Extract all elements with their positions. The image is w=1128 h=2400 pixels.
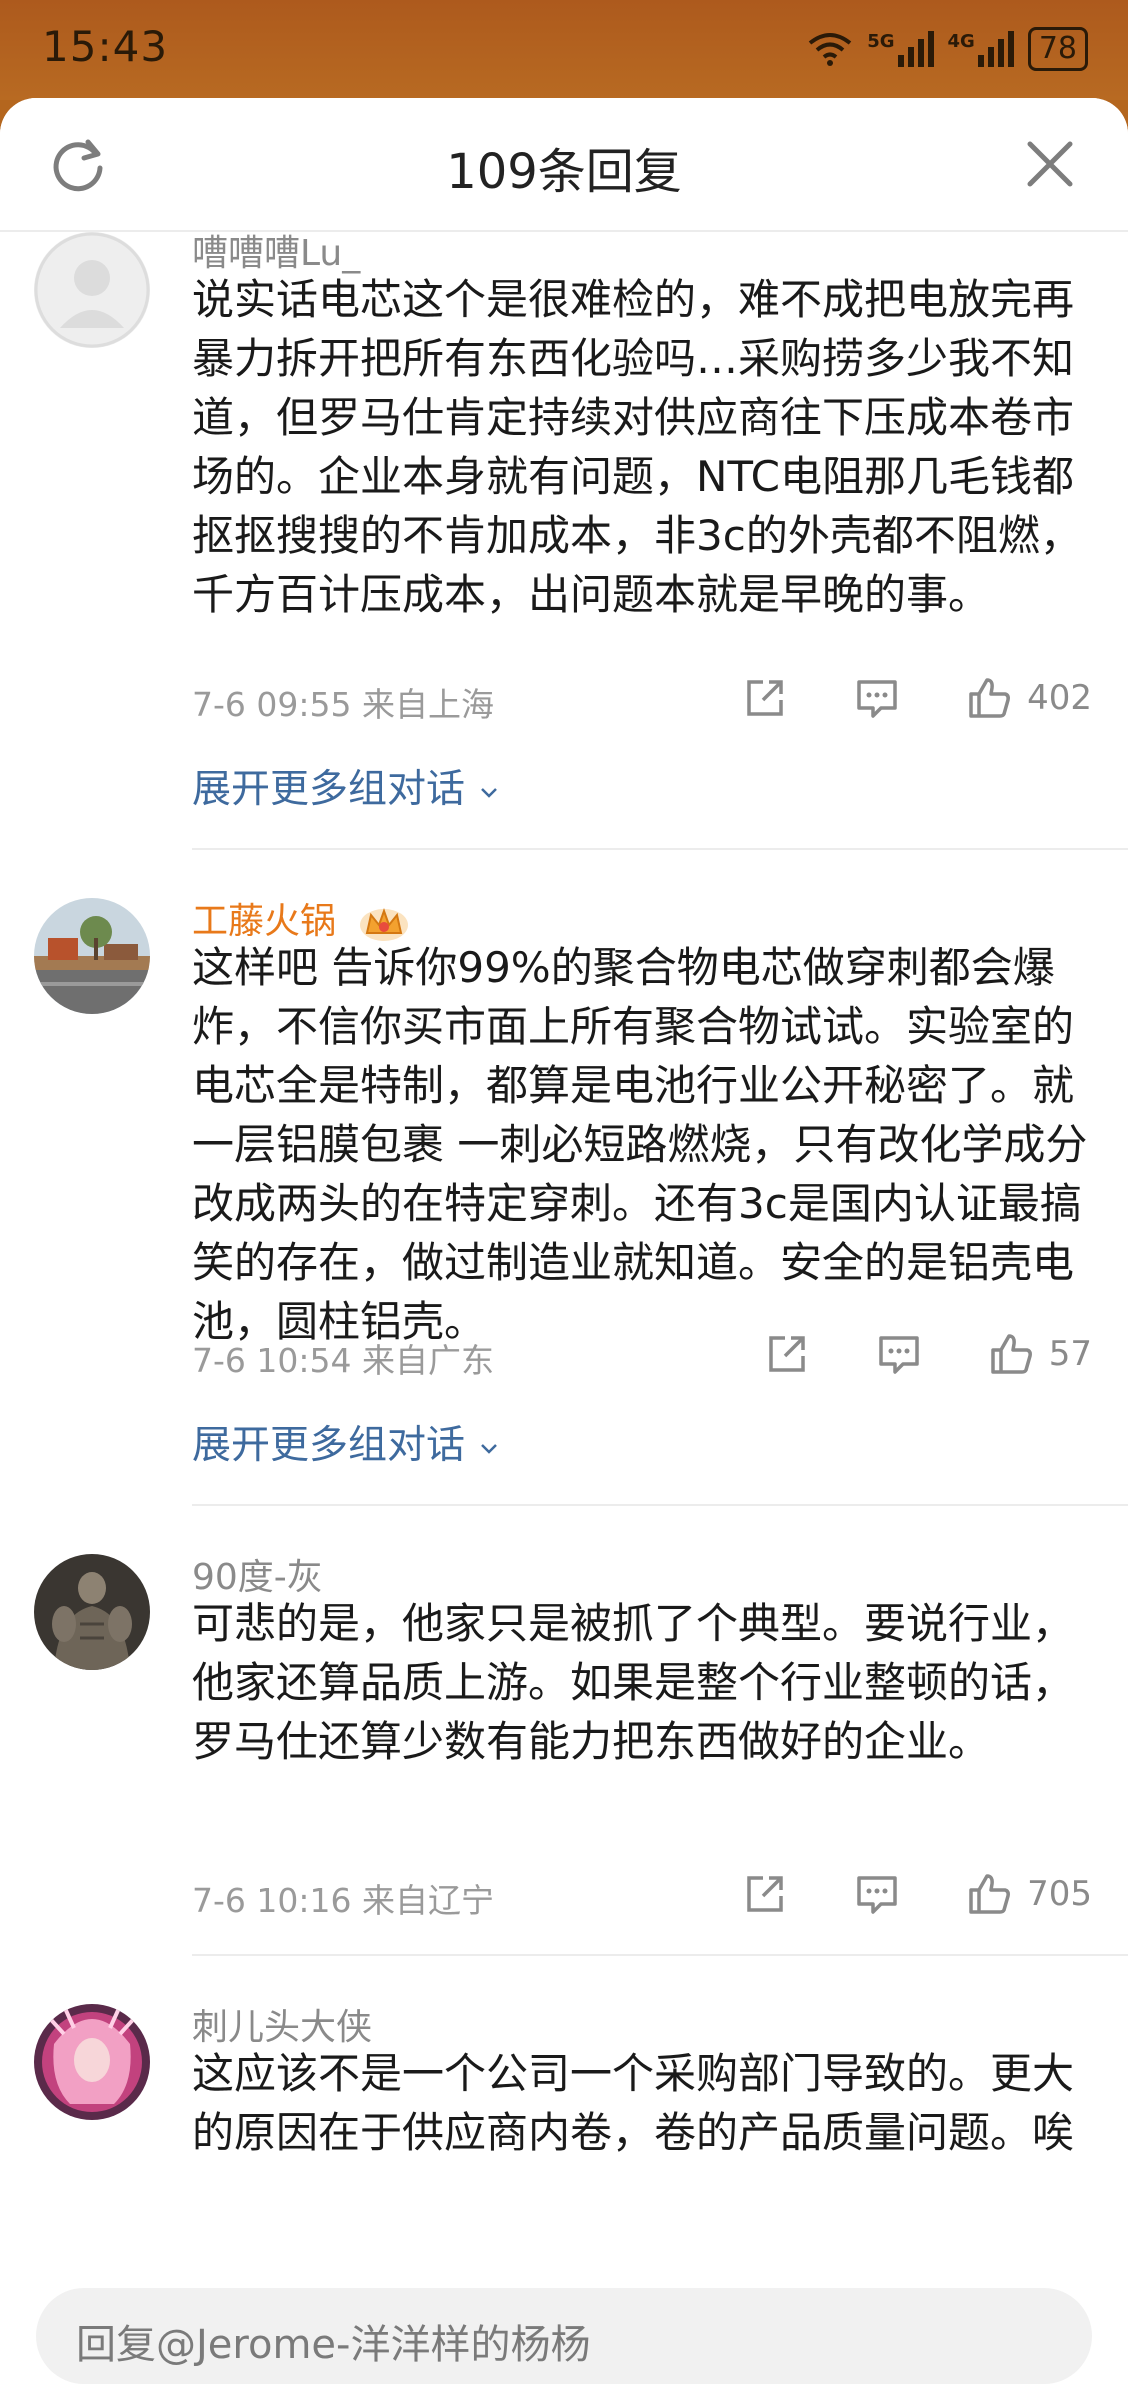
- like-count: 57: [1048, 1334, 1092, 1374]
- comment-username[interactable]: 90度-灰: [192, 1548, 323, 1600]
- battery-indicator: 78: [1027, 27, 1088, 71]
- like-icon[interactable]: [965, 674, 1013, 722]
- street-photo-avatar: [34, 898, 150, 1014]
- comment-username[interactable]: 刺儿头大侠: [192, 1998, 372, 2050]
- status-bar: 15:43 5G 4G 78: [0, 0, 1128, 100]
- share-icon[interactable]: [741, 1870, 789, 1918]
- default-avatar-icon: [34, 232, 150, 348]
- comment-actions: 402: [741, 670, 1092, 726]
- comment-text: 这应该不是一个公司一个采购部门导致的。更大的原因在于供应商内卷，卷的产品质量问题…: [192, 2049, 1075, 2157]
- comment-text: 说实话电芯这个是很难检的，难不成把电放完再暴力拆开把所有东西化验吗…采购捞多少我…: [192, 275, 1082, 619]
- comment-text: 这样吧 告诉你99%的聚合物电芯做穿刺都会爆炸，不信你买市面上所有聚合物试试。实…: [192, 943, 1088, 1346]
- comment-divider: [192, 1954, 1128, 1956]
- avatar[interactable]: [34, 2004, 150, 2120]
- expand-label: 展开更多组对话: [192, 1423, 466, 1468]
- close-icon: [1027, 141, 1073, 187]
- comment-actions: 57: [763, 1326, 1092, 1382]
- anime-avatar: [34, 2004, 150, 2120]
- comment-actions: 705: [741, 1866, 1092, 1922]
- wifi-icon: [808, 33, 852, 66]
- status-icons: 5G 4G 78: [807, 26, 1088, 72]
- expand-label: 展开更多组对话: [192, 767, 466, 812]
- signal-4g-icon: 4G: [948, 31, 1014, 67]
- status-time: 15:43: [42, 22, 169, 71]
- share-icon[interactable]: [741, 674, 789, 722]
- sheet-header: 109条回复: [0, 98, 1128, 232]
- reply-input[interactable]: 回复@Jerome-洋洋样的杨杨: [36, 2288, 1092, 2384]
- comment-meta: 7-6 10:16 来自辽宁: [192, 1881, 494, 1920]
- vip-crown-icon: [360, 908, 409, 941]
- comment-divider: [192, 848, 1128, 850]
- comment-list[interactable]: 嘈嘈嘈Lu_ 说实话电芯这个是很难检的，难不成把电放完再暴力拆开把所有东西化验吗…: [0, 230, 1128, 2370]
- comment-meta: 7-6 09:55 来自上海: [192, 685, 494, 724]
- avatar[interactable]: [34, 1554, 150, 1670]
- like-count: 705: [1027, 1874, 1092, 1914]
- network-label-2: 4G: [947, 31, 975, 52]
- share-icon[interactable]: [763, 1330, 811, 1378]
- bodybuilder-avatar: [34, 1554, 150, 1670]
- comment-text: 可悲的是，他家只是被抓了个典型。要说行业，他家还算品质上游。如果是整个行业整顿的…: [192, 1599, 1075, 1766]
- expand-conversation-link[interactable]: 展开更多组对话: [192, 758, 501, 814]
- signal-5g-icon: 5G: [867, 31, 934, 67]
- replies-sheet: 109条回复 嘈嘈嘈Lu_ 说实话电芯这个是很难检的，难不成把电放完再暴力拆开把…: [0, 98, 1128, 2400]
- close-button[interactable]: [1018, 132, 1082, 196]
- comment-icon[interactable]: [853, 674, 901, 722]
- reply-placeholder: 回复@Jerome-洋洋样的杨杨: [76, 2322, 591, 2368]
- like-icon[interactable]: [965, 1870, 1013, 1918]
- comment-divider: [192, 1504, 1128, 1506]
- comment-icon[interactable]: [853, 1870, 901, 1918]
- expand-conversation-link[interactable]: 展开更多组对话: [192, 1414, 501, 1470]
- avatar[interactable]: [34, 898, 150, 1014]
- like-count: 402: [1027, 678, 1092, 718]
- comment-username[interactable]: 工藤火锅: [192, 892, 411, 944]
- comment-icon[interactable]: [875, 1330, 923, 1378]
- chevron-down-icon: [481, 787, 498, 798]
- username-text: 工藤火锅: [192, 901, 337, 942]
- page-title: 109条回复: [446, 144, 682, 200]
- chevron-down-icon: [481, 1443, 498, 1454]
- comment-meta: 7-6 10:54 来自广东: [192, 1341, 494, 1380]
- network-label-1: 5G: [867, 31, 895, 52]
- avatar[interactable]: [34, 232, 150, 348]
- like-icon[interactable]: [987, 1330, 1035, 1378]
